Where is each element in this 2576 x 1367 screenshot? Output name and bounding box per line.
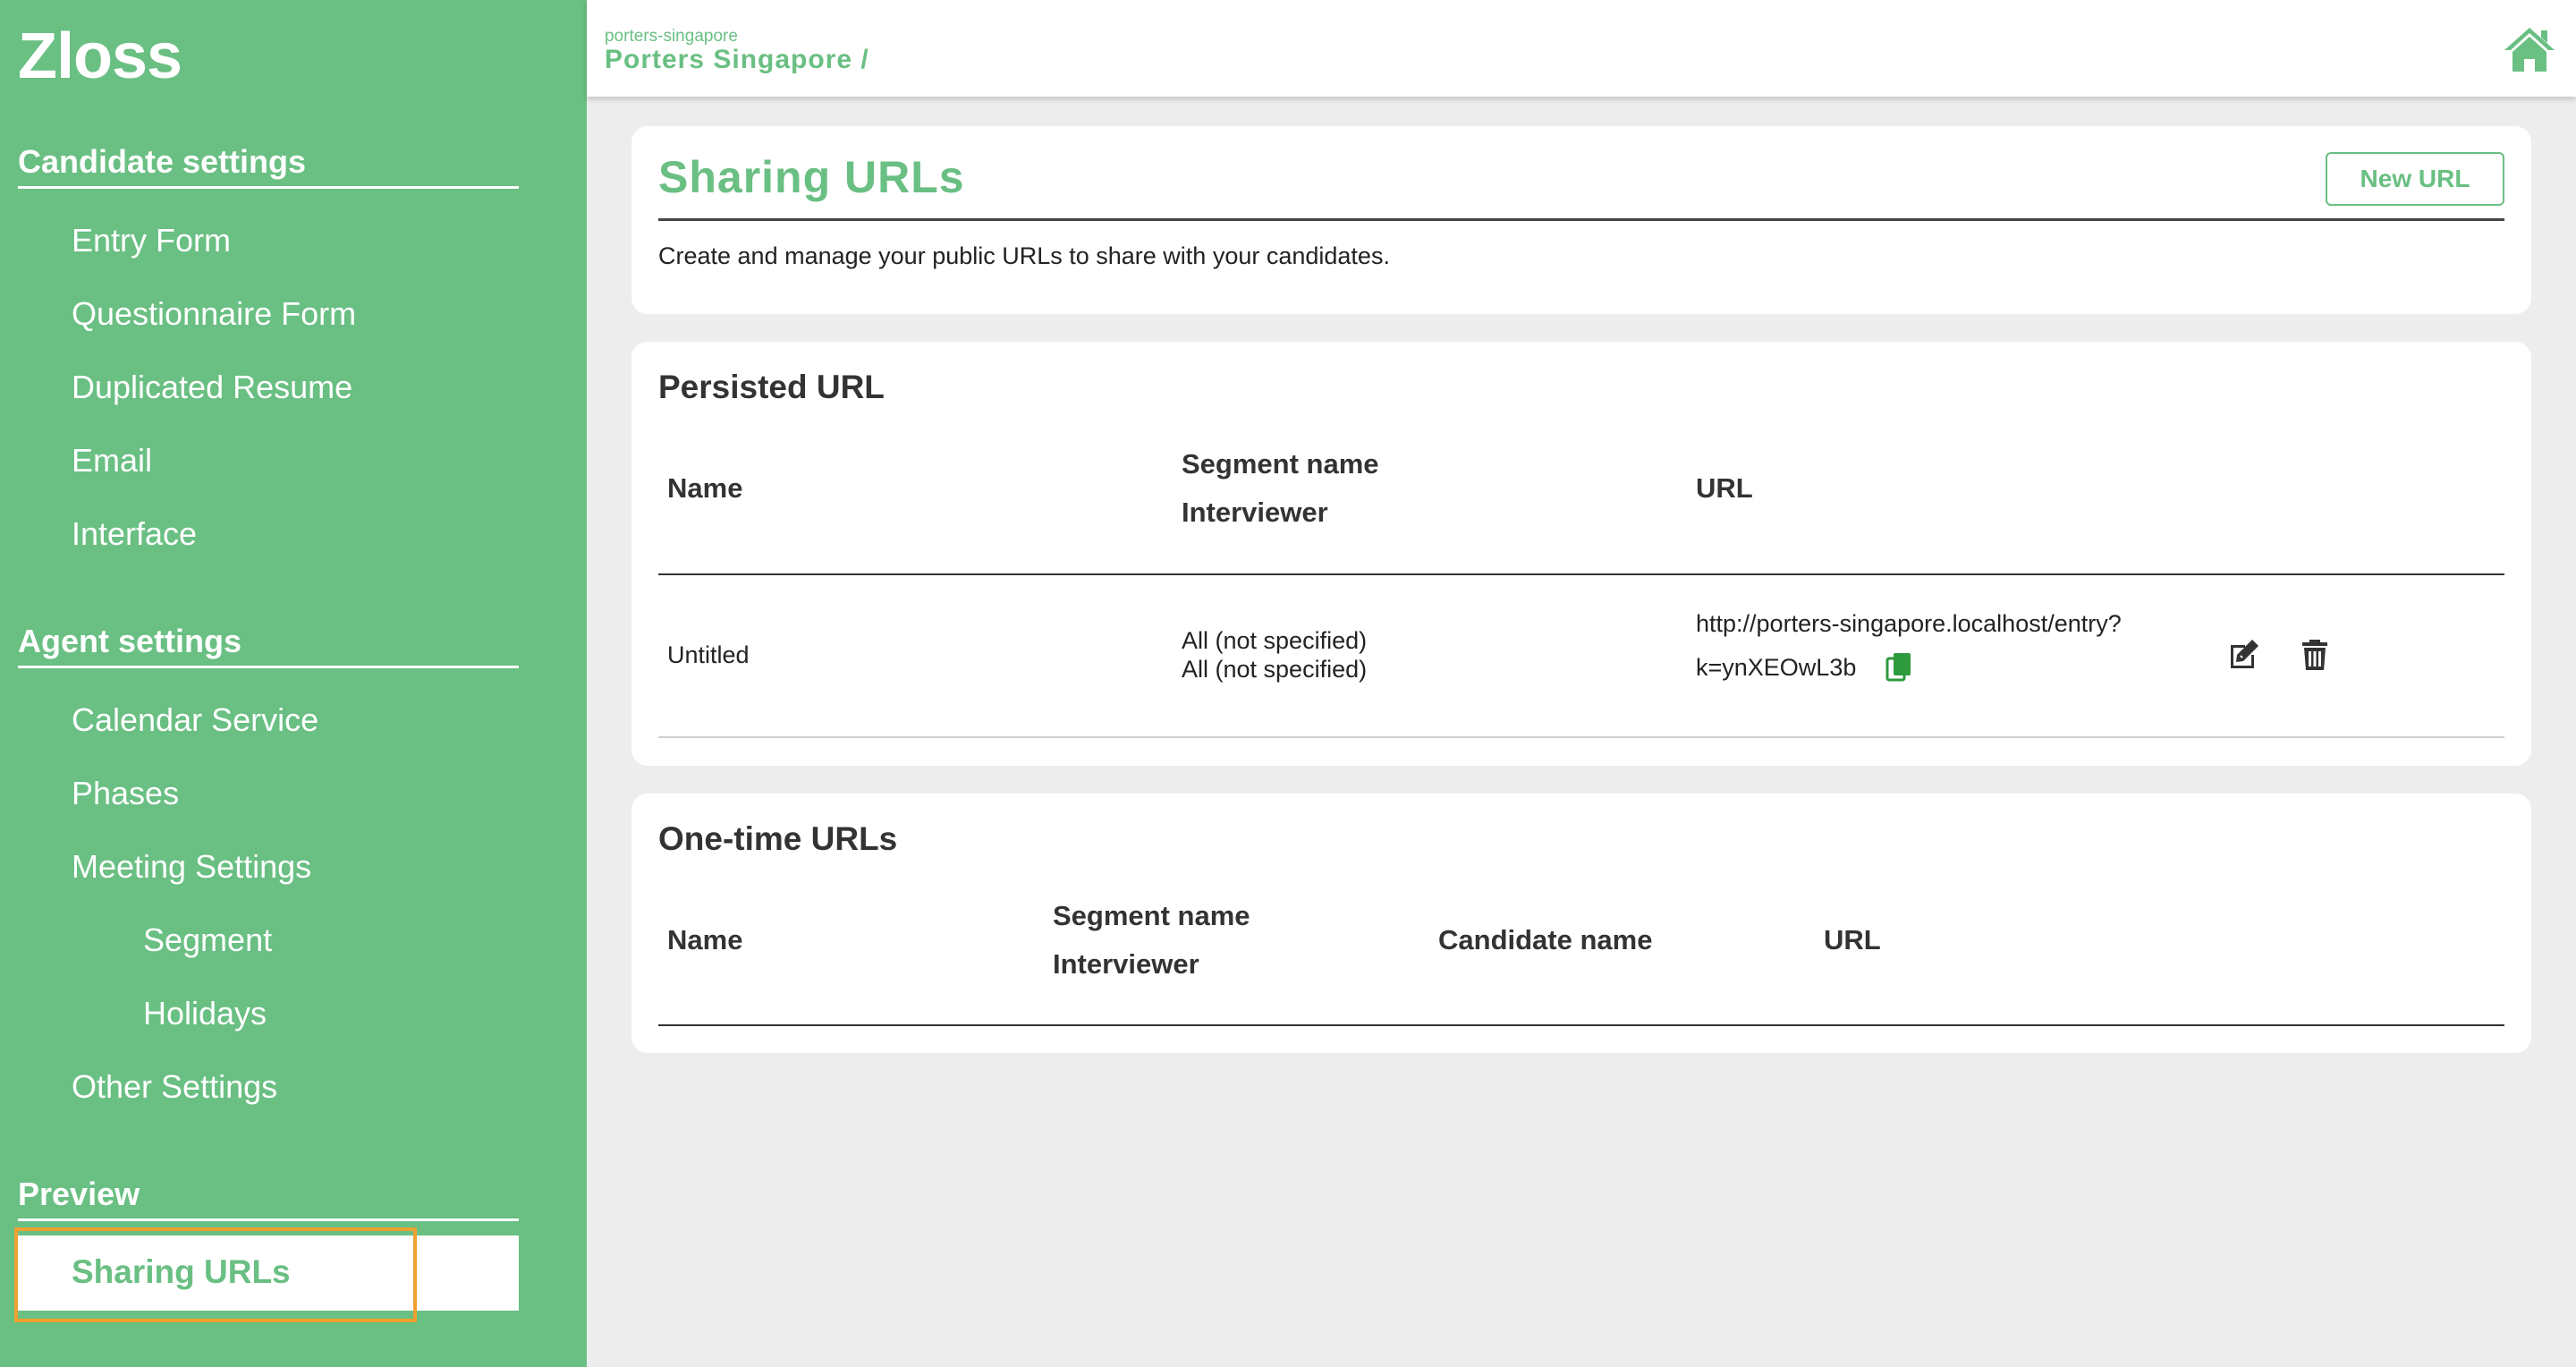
sidebar-item-questionnaire-form[interactable]: Questionnaire Form bbox=[72, 295, 356, 333]
row-interviewer: All (not specified) bbox=[1182, 656, 1368, 683]
section-title-agent-settings: Agent settings bbox=[18, 623, 519, 668]
sidebar-item-label: Sharing URLs bbox=[72, 1253, 291, 1290]
edit-icon[interactable] bbox=[2225, 637, 2261, 673]
table-header-divider bbox=[658, 573, 2504, 575]
top-header: porters-singapore Porters Singapore / bbox=[587, 0, 2576, 97]
persisted-url-title: Persisted URL bbox=[658, 369, 885, 405]
delete-icon[interactable] bbox=[2297, 637, 2333, 673]
column-header-segment: Segment name bbox=[1182, 448, 1379, 480]
one-time-urls-card: One-time URLs Name Segment name Intervie… bbox=[631, 794, 2531, 1053]
sidebar-item-email[interactable]: Email bbox=[72, 442, 152, 480]
sidebar-item-entry-form[interactable]: Entry Form bbox=[72, 222, 231, 259]
org-slug: porters-singapore bbox=[605, 27, 738, 46]
section-title-preview: Preview bbox=[18, 1176, 519, 1221]
copy-icon[interactable] bbox=[1885, 652, 1912, 683]
sidebar-item-segment[interactable]: Segment bbox=[143, 921, 272, 959]
row-segment: All (not specified) bbox=[1182, 627, 1368, 654]
new-url-button[interactable]: New URL bbox=[2326, 152, 2504, 206]
section-title-candidate-settings: Candidate settings bbox=[18, 143, 519, 189]
column-header-interviewer: Interviewer bbox=[1182, 497, 1328, 528]
sidebar-item-phases[interactable]: Phases bbox=[72, 775, 179, 812]
persisted-url-card: Persisted URL Name Segment name Intervie… bbox=[631, 342, 2531, 766]
row-name: Untitled bbox=[667, 641, 750, 668]
column-header-interviewer: Interviewer bbox=[1053, 948, 1199, 980]
sidebar-item-other-settings[interactable]: Other Settings bbox=[72, 1068, 277, 1106]
sidebar: Zloss Candidate settings Entry Form Ques… bbox=[0, 0, 587, 1367]
sidebar-item-meeting-settings[interactable]: Meeting Settings bbox=[72, 848, 311, 886]
sidebar-item-calendar-service[interactable]: Calendar Service bbox=[72, 701, 318, 739]
sidebar-item-interface[interactable]: Interface bbox=[72, 515, 197, 553]
app-logo: Zloss bbox=[18, 21, 182, 92]
column-header-name: Name bbox=[667, 472, 743, 504]
column-header-url: URL bbox=[1824, 924, 1881, 955]
row-url-line2: k=ynXEOwL3b bbox=[1696, 654, 1857, 681]
row-url-line1: http://porters-singapore.localhost/entry… bbox=[1696, 610, 2122, 637]
sidebar-item-holidays[interactable]: Holidays bbox=[143, 995, 267, 1032]
page-description: Create and manage your public URLs to sh… bbox=[658, 242, 1390, 269]
table-header-divider bbox=[658, 1024, 2504, 1026]
breadcrumb[interactable]: Porters Singapore / bbox=[605, 45, 869, 75]
home-icon[interactable] bbox=[2503, 25, 2556, 73]
page-header-card: Sharing URLs New URL Create and manage y… bbox=[631, 126, 2531, 314]
column-header-url: URL bbox=[1696, 472, 1753, 504]
column-header-segment: Segment name bbox=[1053, 900, 1250, 931]
title-divider bbox=[658, 218, 2504, 221]
table-row-divider bbox=[658, 736, 2504, 738]
column-header-candidate: Candidate name bbox=[1438, 924, 1653, 955]
one-time-urls-title: One-time URLs bbox=[658, 820, 898, 857]
page-title: Sharing URLs bbox=[658, 152, 965, 202]
column-header-name: Name bbox=[667, 924, 743, 955]
sidebar-item-sharing-urls[interactable]: Sharing URLs bbox=[18, 1235, 519, 1311]
sidebar-item-duplicated-resume[interactable]: Duplicated Resume bbox=[72, 369, 352, 406]
